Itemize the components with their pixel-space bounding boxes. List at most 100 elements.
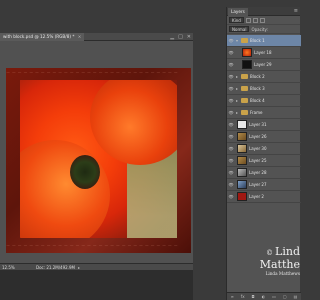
layer-row[interactable]: 👁 Layer 27 [227, 179, 301, 191]
layer-thumbnail[interactable] [242, 48, 252, 57]
blend-row: Normal Opacity: [227, 25, 300, 34]
folder-icon [241, 38, 248, 43]
layer-name[interactable]: Layer 26 [249, 134, 267, 139]
visibility-eye-icon[interactable]: 👁 [227, 122, 235, 127]
layer-name[interactable]: Block 4 [250, 98, 265, 103]
visibility-eye-icon[interactable]: 👁 [227, 182, 235, 187]
kind-filter-select[interactable]: Kind [229, 17, 244, 23]
layer-group-row[interactable]: 👁 ▸ Block 2 [227, 71, 301, 83]
layer-group-row[interactable]: 👁 ▸ Block 3 [227, 83, 301, 95]
layer-name[interactable]: Layer 31 [249, 122, 267, 127]
tab-layers[interactable]: Layers [228, 8, 248, 16]
maximize-icon[interactable]: □ [178, 33, 183, 41]
layer-name[interactable]: Layer 29 [254, 62, 272, 67]
document-tab[interactable]: with block.psd @ 12.5% (RGB/8) * × [0, 33, 85, 41]
fx-icon[interactable]: fx [241, 294, 245, 299]
link-layers-icon[interactable]: ∞ [230, 294, 233, 299]
visibility-eye-icon[interactable]: 👁 [227, 38, 235, 43]
layer-group-row[interactable]: 👁 ▸ Block 4 [227, 95, 301, 107]
window-close-icon[interactable]: ✕ [187, 33, 191, 41]
layer-row[interactable]: 👁 Layer 28 [227, 167, 301, 179]
minimize-icon[interactable]: ▁ [170, 33, 174, 41]
layer-thumbnail[interactable] [237, 168, 247, 177]
visibility-eye-icon[interactable]: 👁 [227, 86, 235, 91]
watermark: © Lind Matthe Linda Matthews [236, 246, 300, 277]
chevron-down-icon[interactable]: ▾ [235, 38, 239, 43]
script-texture: ~ ~ ~ ~ ~ ~ ~ ~ ~ ~ ~ ~ ~ ~ ~ ~ ~ ~ ~ ~ … [6, 243, 178, 249]
visibility-eye-icon[interactable]: 👁 [227, 170, 235, 175]
filter-pixel-icon[interactable] [245, 17, 251, 23]
layer-row[interactable]: 👁 Layer 26 [227, 131, 301, 143]
watermark-line-3: Linda Matthews [265, 271, 300, 276]
blend-mode-select[interactable]: Normal [229, 26, 250, 32]
visibility-eye-icon[interactable]: 👁 [227, 110, 235, 115]
poppy-center [70, 155, 100, 189]
layer-row[interactable]: 👁 Layer 29 [227, 59, 301, 71]
copyright-symbol: © [266, 249, 274, 257]
folder-icon [241, 110, 248, 115]
filter-adjustment-icon[interactable] [252, 17, 258, 23]
visibility-eye-icon[interactable]: 👁 [227, 158, 235, 163]
layer-name[interactable]: Layer 28 [249, 170, 267, 175]
layer-name[interactable]: Block 1 [250, 38, 265, 43]
window-controls: ▁ □ ✕ [170, 33, 191, 41]
folder-icon [241, 74, 248, 79]
panel-menu-icon[interactable]: ≡ [294, 8, 298, 14]
folder-icon [241, 86, 248, 91]
layer-row[interactable]: 👁 Layer 25 [227, 155, 301, 167]
layer-thumbnail[interactable] [237, 180, 247, 189]
new-layer-icon[interactable]: ▢ [283, 294, 287, 299]
layer-row[interactable]: 👁 Layer 18 [227, 47, 301, 59]
layer-group-row[interactable]: 👁 ▸ Frame [227, 107, 301, 119]
script-texture: ~ ~ ~ ~ ~ ~ ~ ~ ~ ~ ~ ~ ~ ~ ~ ~ ~ ~ ~ ~ … [6, 70, 178, 76]
watermark-text-1: Lind [275, 245, 300, 258]
filter-type-icon[interactable] [259, 17, 265, 23]
workspace-background [0, 270, 193, 300]
layer-thumbnail[interactable] [237, 132, 247, 141]
layers-list: 👁 ▾ Block 1 👁 Layer 18 👁 Layer 29 👁 ▸ Block 2 👁 ▸ Bl… [227, 35, 301, 203]
adjustment-icon[interactable]: ◐ [262, 294, 266, 299]
layer-name[interactable]: Layer 18 [254, 50, 272, 55]
new-group-icon[interactable]: ▭ [272, 294, 276, 299]
chevron-right-icon[interactable]: ▸ [235, 86, 239, 91]
chevron-right-icon[interactable]: ▸ [235, 74, 239, 79]
poppy-petal [20, 140, 110, 238]
layer-row[interactable]: 👁 Layer 30 [227, 143, 301, 155]
visibility-eye-icon[interactable]: 👁 [227, 62, 235, 67]
layer-group-row[interactable]: 👁 ▾ Block 1 [227, 35, 301, 47]
poppy-photo [20, 80, 177, 238]
visibility-eye-icon[interactable]: 👁 [227, 98, 235, 103]
layer-row[interactable]: 👁 Layer 31 [227, 119, 301, 131]
layer-name[interactable]: Block 3 [250, 86, 265, 91]
layer-name[interactable]: Block 2 [250, 74, 265, 79]
layers-panel-footer: ∞ fx ◘ ◐ ▭ ▢ ▤ [227, 292, 301, 300]
visibility-eye-icon[interactable]: 👁 [227, 146, 235, 151]
layer-name[interactable]: Layer 2 [249, 194, 264, 199]
visibility-eye-icon[interactable]: 👁 [227, 50, 235, 55]
layer-name[interactable]: Frame [250, 110, 262, 115]
layer-thumbnail[interactable] [237, 192, 247, 201]
visibility-eye-icon[interactable]: 👁 [227, 194, 235, 199]
layer-thumbnail[interactable] [242, 60, 252, 69]
layer-name[interactable]: Layer 25 [249, 158, 267, 163]
visibility-eye-icon[interactable]: 👁 [227, 134, 235, 139]
layer-row[interactable]: 👁 Layer 2 [227, 191, 301, 203]
poppy-petal [90, 80, 177, 165]
layer-thumbnail[interactable] [237, 156, 247, 165]
panel-tab-bar: Layers ≡ [227, 7, 300, 16]
artwork-image[interactable]: ~ ~ ~ ~ ~ ~ ~ ~ ~ ~ ~ ~ ~ ~ ~ ~ ~ ~ ~ ~ … [6, 68, 191, 253]
chevron-right-icon[interactable]: ▸ [235, 110, 239, 115]
watermark-line-2: Matthe [259, 258, 300, 271]
document-tab-bar: with block.psd @ 12.5% (RGB/8) * × ▁ □ ✕ [0, 33, 193, 41]
visibility-eye-icon[interactable]: 👁 [227, 74, 235, 79]
layer-thumbnail[interactable] [237, 144, 247, 153]
trash-icon[interactable]: ▤ [294, 294, 298, 299]
layer-thumbnail[interactable] [237, 120, 247, 129]
layer-name[interactable]: Layer 30 [249, 146, 267, 151]
layer-name[interactable]: Layer 27 [249, 182, 267, 187]
opacity-label: Opacity: [251, 26, 268, 32]
add-mask-icon[interactable]: ◘ [252, 294, 255, 299]
close-icon[interactable]: × [78, 34, 82, 39]
chevron-right-icon[interactable]: ▸ [235, 98, 239, 103]
status-bar: 12.5% Doc: 21.2M/492.9M ▸ [0, 263, 193, 270]
